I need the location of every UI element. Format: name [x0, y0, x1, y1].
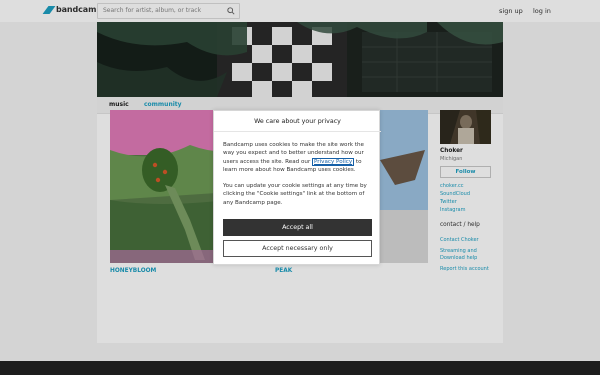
privacy-policy-link[interactable]: Privacy Policy — [312, 157, 355, 166]
accept-all-button[interactable]: Accept all — [223, 219, 372, 236]
privacy-dialog: We care about your privacy Bandcamp uses… — [213, 110, 381, 265]
privacy-paragraph-2: You can update your cookie settings at a… — [223, 183, 367, 206]
divider — [214, 131, 381, 132]
privacy-paragraph-1: Bandcamp uses cookies to make the site w… — [223, 141, 375, 175]
accept-necessary-button[interactable]: Accept necessary only — [223, 240, 372, 257]
privacy-dialog-title: We care about your privacy — [254, 118, 341, 125]
